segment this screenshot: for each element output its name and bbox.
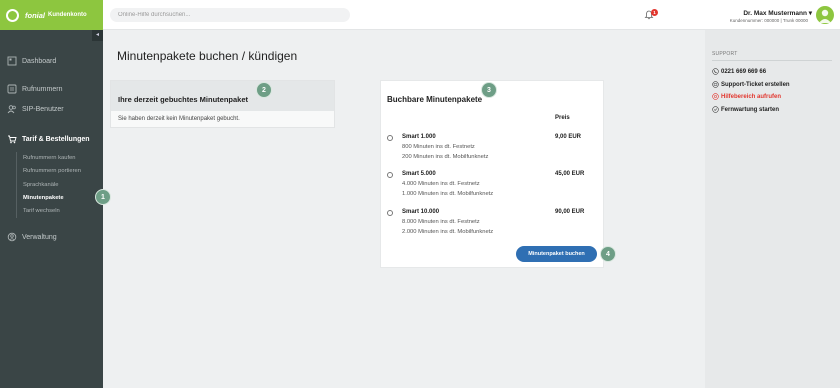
package-name: Smart 1.000 [402, 134, 436, 140]
avatar-person-icon [819, 9, 831, 23]
ticket-icon [712, 81, 719, 88]
support-ticket-link[interactable]: Support-Ticket erstellen [712, 81, 790, 88]
page-title: Minutenpakete buchen / kündigen [117, 49, 298, 63]
notification-count-badge: 1 [651, 9, 658, 16]
brand-wordmark: fonial [25, 10, 45, 20]
support-ticket-label: Support-Ticket erstellen [721, 81, 790, 88]
divider [712, 60, 832, 61]
step-marker: 4 [600, 246, 616, 262]
cart-icon [8, 135, 17, 144]
package-detail-line: 200 Minuten ins dt. Mobilfunknetz [402, 154, 489, 160]
package-detail-line: 800 Minuten ins dt. Festnetz [402, 144, 475, 150]
brand-logo[interactable]: fonial Kundenkonto [0, 0, 103, 30]
price-column-header: Preis [555, 115, 570, 121]
brand-subtitle: Kundenkonto [48, 12, 87, 18]
sidebar-subitem-rufnummern-portieren[interactable]: Rufnummern portieren [23, 168, 81, 174]
remote-maintenance-label: Fernwartung starten [721, 106, 780, 113]
sidebar-item-dashboard[interactable]: Dashboard [7, 56, 56, 66]
settings-icon [7, 232, 17, 242]
logo-ring-icon [6, 8, 19, 22]
sidebar-collapse-button[interactable]: ◂ [92, 30, 103, 41]
package-detail-line: 8.000 Minuten ins dt. Festnetz [402, 219, 480, 225]
sidebar-subitem-rufnummern-kaufen[interactable]: Rufnummern kaufen [23, 155, 76, 161]
sidebar-item-label: SIP-Benutzer [22, 105, 64, 113]
support-phone-label: 0221 669 669 66 [721, 68, 767, 75]
sidebar-item-label: Tarif & Bestellungen [22, 135, 90, 143]
sidebar-subitem-tarif-wechseln[interactable]: Tarif wechseln [23, 208, 60, 214]
available-packages-panel: Buchbare Minutenpakete Preis Smart 1.000… [380, 80, 604, 268]
sidebar-item-label: Rufnummern [22, 85, 63, 93]
dashboard-icon [7, 56, 17, 66]
phone-icon [712, 68, 719, 75]
sidebar-item-verwaltung[interactable]: Verwaltung [7, 232, 57, 242]
current-package-text: Sie haben derzeit kein Minutenpaket gebu… [118, 116, 240, 122]
package-radio[interactable] [387, 210, 393, 216]
remote-maintenance-link[interactable]: Fernwartung starten [712, 106, 779, 113]
package-price: 45,00 EUR [555, 171, 585, 177]
available-packages-heading: Buchbare Minutenpakete [387, 95, 483, 104]
book-package-button[interactable]: Minutenpaket buchen [516, 246, 597, 262]
package-detail-line: 1.000 Minuten ins dt. Mobilfunknetz [402, 191, 494, 197]
sidebar-item-label: Dashboard [22, 57, 57, 65]
sidebar-subitem-sprachkanaele[interactable]: Sprachkanäle [23, 182, 58, 188]
sidebar-item-tarif-bestellungen[interactable]: Tarif & Bestellungen [7, 134, 90, 144]
help-search-input[interactable] [110, 8, 350, 22]
sidebar-item-sip-benutzer[interactable]: SIP-Benutzer [7, 104, 64, 114]
package-detail-line: 4.000 Minuten ins dt. Festnetz [402, 181, 480, 187]
avatar[interactable] [816, 6, 834, 24]
package-price: 9,00 EUR [555, 134, 582, 140]
sidebar-item-label: Verwaltung [22, 233, 57, 241]
sidebar-subitem-minutenpakete[interactable]: Minutenpakete [23, 195, 64, 201]
users-icon [7, 105, 16, 114]
help-area-link[interactable]: Hilfebereich aufrufen [712, 93, 781, 100]
package-detail-line: 2.000 Minuten ins dt. Mobilfunknetz [402, 229, 494, 235]
top-bar: fonial Kundenkonto 1 Dr. Max Mustermann … [0, 0, 840, 30]
package-radio[interactable] [387, 172, 393, 178]
phone-numbers-icon [7, 84, 17, 94]
package-name: Smart 5.000 [402, 171, 436, 177]
package-radio[interactable] [387, 135, 393, 141]
sidebar-item-rufnummern[interactable]: Rufnummern [7, 84, 62, 94]
package-name: Smart 10.000 [402, 209, 440, 215]
step-marker: 3 [481, 82, 497, 98]
help-icon [712, 93, 719, 100]
step-marker: 2 [256, 82, 272, 98]
user-menu-toggle[interactable]: Dr. Max Mustermann ▾ [743, 9, 812, 17]
current-package-heading: Ihre derzeit gebuchtes Minutenpaket [111, 81, 334, 111]
package-price: 90,00 EUR [555, 209, 585, 215]
submenu-tree-line [16, 152, 17, 218]
remote-icon [712, 106, 719, 113]
support-phone[interactable]: 0221 669 669 66 [712, 68, 766, 75]
customer-number: Kundennummer: 000000 | Trunk 00000 [729, 18, 808, 23]
step-marker: 1 [95, 189, 111, 205]
support-title: SUPPORT [712, 51, 738, 57]
help-area-label: Hilfebereich aufrufen [721, 93, 782, 100]
current-package-panel: Ihre derzeit gebuchtes Minutenpaket Sie … [110, 80, 335, 128]
